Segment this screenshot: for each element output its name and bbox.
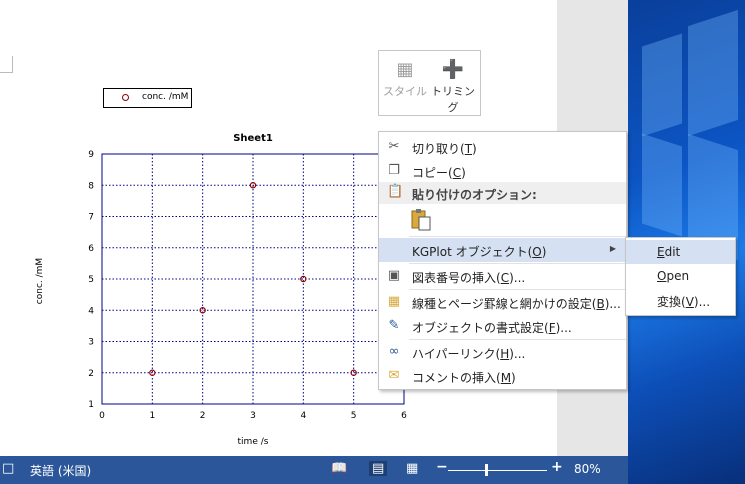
y-tick-label: 6 <box>88 244 94 254</box>
menu-item-kgplot-object[interactable]: KGPlot オブジェクト(O) ▶ <box>379 238 626 262</box>
y-tick-label: 1 <box>88 400 94 410</box>
style-button[interactable]: ▦ スタイル <box>381 57 429 109</box>
submenu-item-open[interactable]: Open <box>626 264 735 288</box>
x-tick-label: 2 <box>200 411 206 421</box>
format-object-icon: ✎ <box>388 318 400 333</box>
menu-item-insert-caption[interactable]: ▣ 図表番号の挿入(C)... <box>379 264 626 288</box>
paste-icon: 📋 <box>387 184 404 199</box>
zoom-level[interactable]: 80% <box>574 462 601 476</box>
style-label: スタイル <box>383 85 427 98</box>
menu-item-label: コピー(C) <box>412 166 466 180</box>
grid <box>102 154 404 404</box>
x-tick-label: 6 <box>401 411 407 421</box>
zoom-slider-thumb[interactable] <box>485 464 488 476</box>
kgplot-submenu: Edit Open 変換(V)... <box>625 237 736 316</box>
zoom-slider[interactable] <box>448 470 547 471</box>
windows-logo-pane <box>688 9 738 137</box>
borders-icon: ▦ <box>387 294 401 309</box>
submenu-item-label: Edit <box>657 245 681 259</box>
crop-icon: ➕ <box>441 59 465 80</box>
paste-options-header: 📋 貼り付けのオプション: <box>379 182 626 204</box>
status-bar: □ 英語 (米国) 📖 ▤ ▦ − + 80% <box>0 456 628 484</box>
y-tick-label: 7 <box>88 213 94 223</box>
paste-picture-button[interactable] <box>409 208 433 232</box>
print-layout-icon[interactable]: ▤ <box>369 461 388 476</box>
windows-logo-pane <box>642 133 682 237</box>
menu-item-borders-shading[interactable]: ▦ 線種とページ罫線と網かけの設定(B)... <box>379 290 626 314</box>
hyperlink-icon: ∞ <box>388 344 400 359</box>
zoom-in-button[interactable]: + <box>551 459 563 475</box>
x-tick-label: 3 <box>250 411 256 421</box>
language-indicator[interactable]: 英語 (米国) <box>30 462 91 479</box>
x-axis-label: time /s <box>238 437 269 447</box>
menu-item-cut[interactable]: ✂ 切り取り(T) <box>379 135 626 159</box>
web-layout-icon[interactable]: ▦ <box>406 461 418 476</box>
menu-item-label: KGPlot オブジェクト(O) <box>412 245 547 259</box>
menu-item-label: 線種とページ罫線と網かけの設定(B)... <box>412 297 621 311</box>
chart-title: Sheet1 <box>233 133 273 144</box>
zoom-out-button[interactable]: − <box>436 459 448 475</box>
paste-options-label: 貼り付けのオプション: <box>412 188 537 202</box>
y-tick-label: 4 <box>88 306 94 316</box>
menu-item-label: 切り取り(T) <box>412 142 477 156</box>
menu-item-label: 図表番号の挿入(C)... <box>412 271 526 285</box>
y-axis-label: conc. /mM <box>35 258 45 304</box>
y-tick-label: 2 <box>88 369 94 379</box>
submenu-arrow-icon: ▶ <box>609 244 616 253</box>
submenu-item-convert[interactable]: 変換(V)... <box>626 288 735 312</box>
menu-separator <box>409 236 626 237</box>
y-tick-label: 9 <box>88 150 94 160</box>
menu-item-format-object[interactable]: ✎ オブジェクトの書式設定(F)... <box>379 314 626 338</box>
menu-item-copy[interactable]: ❐ コピー(C) <box>379 159 626 183</box>
proofing-icon[interactable]: □ <box>2 461 14 476</box>
x-tick-label: 0 <box>99 411 105 421</box>
tick-labels: 0 1 2 3 4 5 6123456789 <box>88 150 407 421</box>
menu-item-insert-comment[interactable]: ✉ コメントの挿入(M) <box>379 364 626 388</box>
x-tick-label: 4 <box>300 411 306 421</box>
y-tick-label: 5 <box>88 275 94 285</box>
comment-icon: ✉ <box>388 368 400 383</box>
menu-item-label: ハイパーリンク(H)... <box>412 347 526 361</box>
copy-icon: ❐ <box>388 163 400 178</box>
menu-item-label: コメントの挿入(M) <box>412 371 516 385</box>
crop-button[interactable]: ➕ トリミング <box>429 57 477 114</box>
style-icon: ▦ <box>396 59 414 80</box>
caption-icon: ▣ <box>387 268 401 283</box>
submenu-item-edit[interactable]: Edit <box>626 240 735 264</box>
scissors-icon: ✂ <box>388 139 400 154</box>
x-tick-label: 1 <box>149 411 155 421</box>
context-menu: ✂ 切り取り(T) ❐ コピー(C) 📋 貼り付けのオプション: KGPlot … <box>378 131 627 390</box>
y-tick-label: 3 <box>88 338 94 348</box>
windows-logo-pane <box>642 33 682 137</box>
menu-item-label: オブジェクトの書式設定(F)... <box>412 321 572 335</box>
x-tick-label: 5 <box>351 411 357 421</box>
crop-label: トリミング <box>431 85 475 114</box>
y-tick-label: 8 <box>88 181 94 191</box>
submenu-item-label: 変換(V)... <box>657 295 711 309</box>
mini-toolbar: ▦ スタイル ➕ トリミング <box>378 50 481 116</box>
paste-picture-icon <box>411 209 431 231</box>
submenu-item-label: Open <box>657 269 690 283</box>
menu-item-hyperlink[interactable]: ∞ ハイパーリンク(H)... <box>379 340 626 364</box>
read-mode-icon[interactable]: 📖 <box>331 461 347 476</box>
